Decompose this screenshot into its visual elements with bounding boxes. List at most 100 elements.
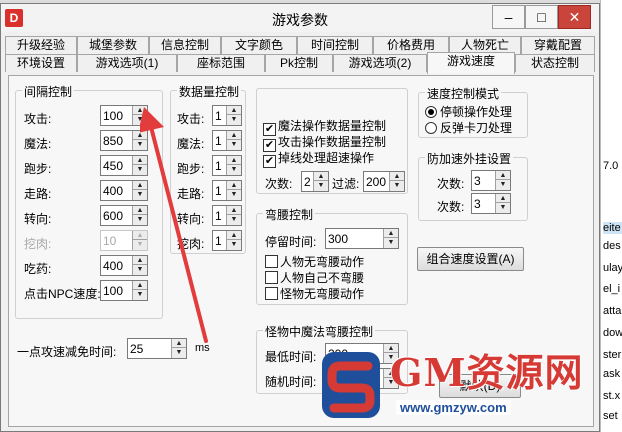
background-line: 7.0 (603, 160, 619, 172)
interval-run-value[interactable]: 450 (103, 159, 123, 173)
bend-stay-value[interactable]: 300 (328, 232, 348, 246)
maximize-button[interactable]: □ (525, 5, 558, 29)
ops-filter-label: 过滤: (332, 177, 360, 191)
spin-up-icon[interactable]: ▲ (227, 106, 241, 115)
interval-control-title: 间隔控制 (22, 83, 75, 100)
disconnect-overspeed-checkbox[interactable]: ✔ 掉线处理超速操作 (263, 151, 374, 168)
anti-speed-count1-spin[interactable]: 3 ▲ ▼ (471, 170, 511, 191)
monster-magic-bend-title: 怪物中魔法弯腰控制 (263, 323, 376, 340)
spin-down-icon[interactable]: ▼ (384, 238, 398, 247)
spin-down-icon[interactable]: ▼ (172, 348, 186, 357)
tab-game-options-2[interactable]: 游戏选项(2) (333, 54, 427, 72)
char-no-bend-label: 人物无弯腰动作 (280, 255, 365, 269)
spin-up-icon[interactable]: ▲ (227, 181, 241, 190)
spin-up-icon[interactable]: ▲ (227, 206, 241, 215)
watermark: GM资源网 www.gmzyw.com (318, 340, 618, 432)
ops-count-label: 次数: (265, 177, 293, 191)
char-no-bend-checkbox[interactable]: 人物无弯腰动作 (265, 255, 364, 269)
spin-down-icon[interactable]: ▼ (496, 180, 510, 189)
ops-count-spin[interactable]: 2 ▲ ▼ (301, 171, 329, 192)
tab-game-options-1[interactable]: 游戏选项(1) (77, 54, 177, 72)
close-button[interactable]: ✕ (558, 5, 591, 29)
background-line: atta (603, 305, 622, 317)
watermark-logo-icon (322, 352, 380, 418)
radio-stop-operation-label: 停顿操作处理 (440, 105, 513, 119)
speed-mode-group: 速度控制模式 停顿操作处理 反弹卡刀处理 (418, 85, 528, 138)
bend-stay-label: 停留时间: (265, 235, 317, 249)
tab-castle-params[interactable]: 城堡参数 (77, 36, 149, 54)
spin-up-icon[interactable]: ▲ (227, 156, 241, 165)
radio-rebound-blade[interactable]: 反弹卡刀处理 (425, 121, 512, 135)
anti-speed-group: 防加速外挂设置 次数: 3 ▲ ▼ 次数: 3 ▲ ▼ (418, 150, 528, 221)
interval-dig-label: 挖肉: (24, 237, 52, 251)
spin-up-icon[interactable]: ▲ (384, 229, 398, 238)
radio-selected-icon (425, 106, 437, 118)
interval-attack-label: 攻击: (24, 112, 52, 126)
combo-speed-settings-button[interactable]: 组合速度设置(A) (417, 247, 524, 271)
checkbox-icon (265, 255, 278, 268)
tab-game-speed[interactable]: 游戏速度 (427, 52, 515, 74)
anti-speed-count1-value[interactable]: 3 (474, 174, 481, 188)
tab-environment[interactable]: 环境设置 (5, 54, 77, 72)
anti-speed-count2-spin[interactable]: 3 ▲ ▼ (471, 193, 511, 214)
background-line: el_i (603, 283, 621, 295)
tab-pk-control[interactable]: Pk控制 (265, 54, 333, 72)
radio-stop-operation[interactable]: 停顿操作处理 (425, 105, 512, 119)
spin-up-icon[interactable]: ▲ (496, 194, 510, 203)
minimize-button[interactable]: – (492, 5, 525, 29)
monster-bend-rand-label: 随机时间: (265, 375, 317, 389)
spin-down-icon[interactable]: ▼ (227, 240, 241, 249)
spin-up-icon[interactable]: ▲ (496, 171, 510, 180)
radio-rebound-blade-label: 反弹卡刀处理 (440, 121, 513, 135)
bend-control-title: 弯腰控制 (263, 206, 316, 223)
background-line: eite (603, 222, 622, 234)
spin-down-icon[interactable]: ▼ (496, 203, 510, 212)
attack-op-quantity-label: 攻击操作数据量控制 (278, 135, 387, 149)
interval-turn-value[interactable]: 600 (103, 209, 123, 223)
spin-down-icon[interactable]: ▼ (227, 165, 241, 174)
spin-down-icon[interactable]: ▼ (390, 181, 404, 190)
spin-up-icon[interactable]: ▲ (227, 231, 241, 240)
check-icon: ✔ (263, 155, 276, 168)
interval-attack-value[interactable]: 100 (103, 109, 123, 123)
interval-potion-label: 吃药: (24, 262, 52, 276)
interval-dig-value: 10 (103, 234, 117, 248)
spin-down-icon[interactable]: ▼ (227, 140, 241, 149)
magic-op-quantity-label: 魔法操作数据量控制 (278, 119, 387, 133)
tab-time-control[interactable]: 时间控制 (297, 36, 373, 54)
spin-down-icon[interactable]: ▼ (227, 115, 241, 124)
spin-down-icon[interactable]: ▼ (227, 215, 241, 224)
interval-npc-click-value[interactable]: 100 (103, 284, 123, 298)
tab-info-control[interactable]: 信息控制 (149, 36, 221, 54)
tab-status-control[interactable]: 状态控制 (515, 54, 595, 72)
checkbox-icon (265, 271, 278, 284)
spin-down-icon[interactable]: ▼ (314, 181, 328, 190)
magic-op-quantity-checkbox[interactable]: ✔ 魔法操作数据量控制 (263, 119, 386, 136)
anti-speed-count1-label: 次数: (437, 177, 465, 191)
bend-control-group: 弯腰控制 停留时间: 300 ▲ ▼ 人物无弯腰动作 人物自己不弯腰 怪物无弯腰动作 (256, 206, 408, 305)
spin-down-icon[interactable]: ▼ (227, 190, 241, 199)
interval-walk-value[interactable]: 400 (103, 184, 123, 198)
attack-op-quantity-checkbox[interactable]: ✔ 攻击操作数据量控制 (263, 135, 386, 152)
interval-run-label: 跑步: (24, 162, 52, 176)
char-self-no-bend-checkbox[interactable]: 人物自己不弯腰 (265, 271, 364, 285)
checkbox-icon (265, 287, 278, 300)
tab-coord-range[interactable]: 座标范围 (177, 54, 265, 72)
interval-magic-value[interactable]: 850 (103, 134, 123, 148)
tab-text-color[interactable]: 文字颜色 (221, 36, 297, 54)
hit-reduce-label: 一点攻速减免时间: (17, 345, 117, 359)
spin-up-icon[interactable]: ▲ (314, 172, 328, 181)
background-line: dow (603, 327, 622, 339)
interval-potion-value[interactable]: 400 (103, 259, 123, 273)
anti-speed-count2-value[interactable]: 3 (474, 197, 481, 211)
spin-up-icon[interactable]: ▲ (227, 131, 241, 140)
monster-no-bend-checkbox[interactable]: 怪物无弯腰动作 (265, 287, 364, 301)
ops-filter-spin[interactable]: 200 ▲ ▼ (363, 171, 405, 192)
spin-up-icon[interactable]: ▲ (390, 172, 404, 181)
bend-stay-spin[interactable]: 300 ▲ ▼ (325, 228, 399, 249)
ops-filter-value[interactable]: 200 (366, 175, 386, 189)
ops-count-value[interactable]: 2 (304, 175, 311, 189)
title-bar[interactable]: D 游戏参数 – □ ✕ (1, 4, 599, 32)
tab-equip-config[interactable]: 穿戴配置 (521, 36, 595, 54)
tab-upgrade-exp[interactable]: 升级经验 (5, 36, 77, 54)
